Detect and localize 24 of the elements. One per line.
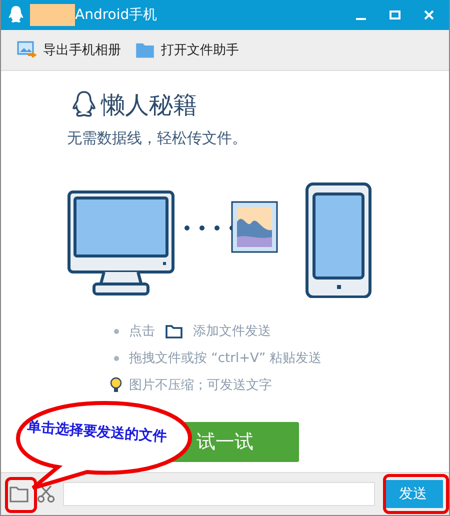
- bullet-icon: [114, 328, 118, 334]
- penguin-icon: [7, 5, 25, 25]
- toolbar-button[interactable]: 打开文件助手: [131, 39, 243, 61]
- toolbar-button[interactable]: 导出手机相册: [13, 39, 125, 61]
- scissors-icon[interactable]: [37, 485, 55, 503]
- maximize-icon[interactable]: [389, 9, 401, 21]
- tip-text: 添加文件发送: [193, 323, 271, 340]
- promo-subtitle: 无需数据线，轻松传文件。: [67, 129, 248, 148]
- folder-icon[interactable]: [9, 485, 29, 503]
- folder-icon: [165, 324, 183, 338]
- redaction-block: [30, 4, 75, 26]
- highlight-frame: [383, 474, 449, 514]
- highlight-frame: [5, 477, 37, 513]
- close-icon[interactable]: [423, 9, 435, 21]
- picture-export-icon: [17, 41, 37, 59]
- tip-text: 点击: [129, 323, 155, 340]
- folder-icon: [135, 41, 155, 59]
- tip-text: 拖拽文件或按 “ctrl+V” 粘贴发送: [129, 350, 322, 367]
- lightbulb-icon: [110, 377, 122, 393]
- window-title: Android手机: [75, 6, 158, 24]
- message-input-field[interactable]: [63, 482, 375, 506]
- tip-text: 图片不压缩；可发送文字: [129, 377, 272, 394]
- promo-heading: 懒人秘籍: [101, 90, 197, 121]
- bullet-icon: [114, 356, 118, 360]
